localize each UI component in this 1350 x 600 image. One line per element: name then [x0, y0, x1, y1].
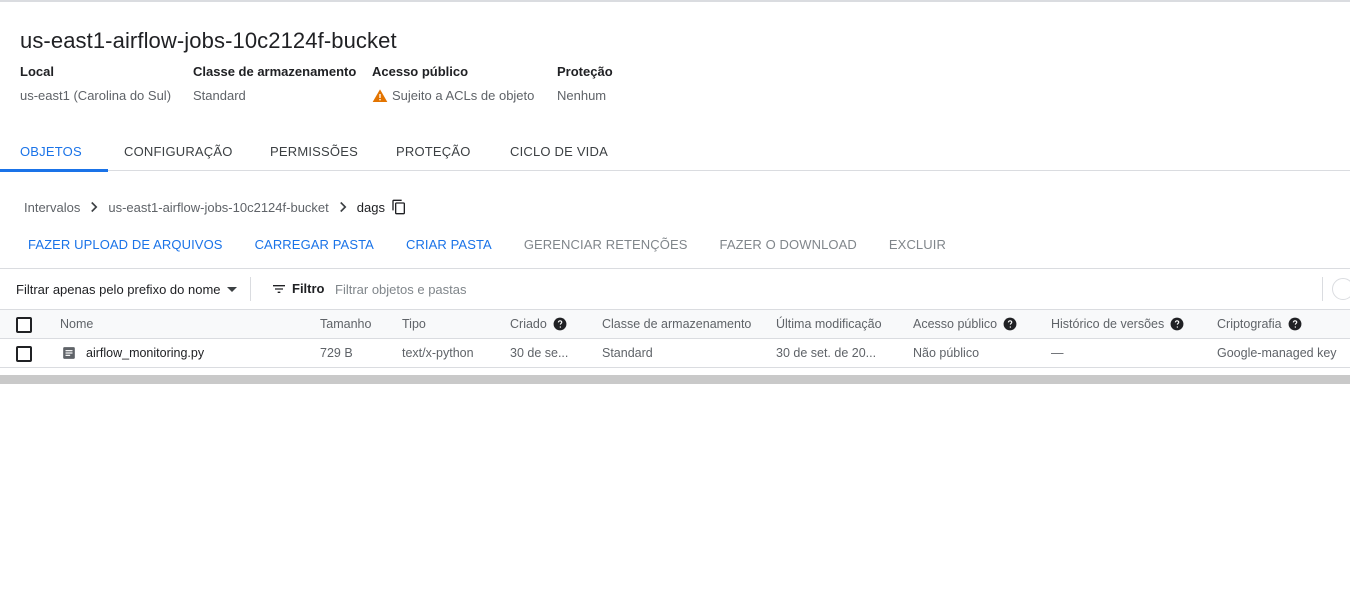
prop-public-access-value: Sujeito a ACLs de objeto: [372, 88, 534, 104]
tab-permissions[interactable]: PERMISSÕES: [270, 132, 358, 171]
row-checkbox[interactable]: [16, 346, 32, 362]
prop-storage-class-value: Standard: [193, 88, 356, 104]
header-public-access-label: Acesso público: [913, 317, 998, 331]
header-encryption-label: Criptografia: [1217, 317, 1282, 331]
object-name-link[interactable]: airflow_monitoring.py: [86, 339, 204, 367]
cell-version-history: —: [1051, 346, 1064, 360]
cell-last-modified: 30 de set. de 20...: [776, 346, 877, 360]
tab-configuration[interactable]: CONFIGURAÇÃO: [124, 132, 233, 171]
tab-lifecycle[interactable]: CICLO DE VIDA: [510, 132, 608, 171]
warning-icon: [372, 89, 388, 102]
help-icon[interactable]: [1170, 317, 1184, 331]
prefix-filter-dropdown[interactable]: Filtrar apenas pelo prefixo do nome: [16, 269, 237, 309]
cell-created: 30 de se...: [510, 346, 569, 360]
prop-location-label: Local: [20, 64, 54, 79]
header-last-modified[interactable]: Última modificação: [776, 310, 882, 338]
dropdown-arrow-icon: [226, 286, 237, 292]
bucket-tabs: OBJETOS CONFIGURAÇÃO PERMISSÕES PROTEÇÃO…: [0, 132, 1350, 172]
breadcrumb-bucket[interactable]: us-east1-airflow-jobs-10c2124f-bucket: [108, 200, 328, 215]
chevron-right-icon: [91, 201, 98, 213]
cell-type: text/x-python: [402, 346, 474, 360]
header-encryption[interactable]: Criptografia: [1217, 310, 1302, 338]
filter-bar: Filtrar apenas pelo prefixo do nome Filt…: [0, 268, 1350, 310]
objects-table: Nome Tamanho Tipo Criado Classe de armaz…: [0, 310, 1350, 368]
delete-button[interactable]: EXCLUIR: [873, 237, 962, 252]
copy-icon[interactable]: [391, 199, 407, 215]
header-version-history[interactable]: Histórico de versões: [1051, 310, 1184, 338]
prop-location-text: us-east1 (Carolina do Sul): [20, 88, 172, 103]
filter-icon: [273, 285, 285, 293]
breadcrumb: Intervalos us-east1-airflow-jobs-10c2124…: [24, 196, 407, 218]
filter-label: Filtro: [292, 281, 325, 296]
header-public-access[interactable]: Acesso público: [913, 310, 1017, 338]
filter-input[interactable]: [335, 277, 1295, 301]
density-divider: [1322, 277, 1323, 301]
prop-storage-class-label: Classe de armazenamento: [193, 64, 357, 79]
header-type[interactable]: Tipo: [402, 310, 426, 338]
bucket-properties: Local us-east1 (Carolina do Sul) Classe …: [0, 64, 1350, 114]
select-all-checkbox[interactable]: [16, 317, 32, 333]
cell-public-access: Não público: [913, 346, 980, 360]
prefix-filter-label: Filtrar apenas pelo prefixo do nome: [16, 281, 221, 297]
create-folder-button[interactable]: CRIAR PASTA: [390, 237, 508, 252]
prop-public-access-label: Acesso público: [372, 64, 469, 79]
prop-location: Local us-east1 (Carolina do Sul): [20, 64, 171, 104]
header-created[interactable]: Criado: [510, 310, 567, 338]
header-name[interactable]: Nome: [60, 310, 93, 338]
prop-protection-label: Proteção: [557, 64, 613, 79]
prop-protection-text: Nenhum: [557, 88, 607, 103]
prop-protection: Proteção Nenhum: [557, 64, 613, 104]
breadcrumb-buckets[interactable]: Intervalos: [24, 200, 80, 215]
top-border: [0, 0, 1350, 2]
prop-storage-class: Classe de armazenamento Standard: [193, 64, 356, 104]
manage-holds-button[interactable]: GERENCIAR RETENÇÕES: [508, 237, 704, 252]
cell-size: 729 B: [320, 346, 353, 360]
density-toggle-icon[interactable]: [1332, 278, 1350, 300]
cell-storage-class: Standard: [602, 346, 653, 360]
breadcrumb-folder: dags: [356, 199, 385, 215]
upload-files-button[interactable]: FAZER UPLOAD DE ARQUIVOS: [12, 237, 239, 252]
chevron-right-icon: [339, 201, 347, 213]
upload-folder-button[interactable]: CARREGAR PASTA: [239, 237, 390, 252]
prop-public-access-text: Sujeito a ACLs de objeto: [392, 88, 535, 103]
file-icon: [63, 347, 75, 359]
prop-protection-value: Nenhum: [557, 88, 613, 104]
tab-protection[interactable]: PROTEÇÃO: [396, 132, 471, 171]
header-version-history-label: Histórico de versões: [1051, 317, 1165, 331]
header-created-label: Criado: [510, 317, 547, 331]
bucket-title: us-east1-airflow-jobs-10c2124f-bucket: [20, 28, 397, 53]
object-actions-toolbar: FAZER UPLOAD DE ARQUIVOS CARREGAR PASTA …: [12, 233, 962, 255]
tab-objects[interactable]: OBJETOS: [0, 132, 108, 172]
cell-encryption: Google-managed key: [1217, 346, 1337, 360]
download-button[interactable]: FAZER O DOWNLOAD: [704, 237, 873, 252]
header-size[interactable]: Tamanho: [320, 310, 371, 338]
header-storage-class[interactable]: Classe de armazenamento: [602, 310, 751, 338]
table-row[interactable]: airflow_monitoring.py 729 B text/x-pytho…: [0, 339, 1350, 368]
table-header-row: Nome Tamanho Tipo Criado Classe de armaz…: [0, 310, 1350, 339]
prop-storage-class-text: Standard: [193, 88, 246, 103]
filter-divider: [250, 277, 251, 301]
help-icon[interactable]: [1003, 317, 1017, 331]
help-icon[interactable]: [553, 317, 567, 331]
prop-location-value: us-east1 (Carolina do Sul): [20, 88, 171, 104]
prop-public-access: Acesso público Sujeito a ACLs de objeto: [372, 64, 534, 104]
horizontal-scrollbar[interactable]: [0, 375, 1350, 384]
help-icon[interactable]: [1288, 317, 1302, 331]
